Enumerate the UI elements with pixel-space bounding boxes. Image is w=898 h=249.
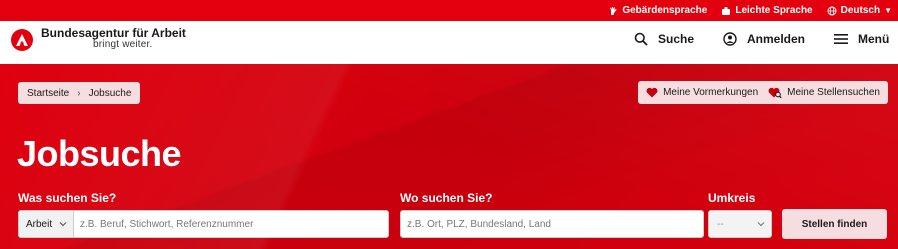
my-saved-searches-label: Meine Stellensuchen: [787, 87, 880, 98]
sign-language-label: Gebärdensprache: [622, 5, 708, 16]
sign-language-link[interactable]: Gebärdensprache: [608, 5, 707, 16]
ba-logo-icon: [11, 29, 33, 51]
radius-label: Umkreis: [708, 191, 756, 205]
easy-language-icon: [722, 6, 731, 15]
logo-name: Bundesagentur für Arbeit: [41, 26, 186, 40]
radius-value: --: [717, 218, 724, 230]
my-bookmarks-label: Meine Vormerkungen: [663, 87, 759, 98]
breadcrumb-separator: ›: [77, 87, 81, 99]
jobsearch-hero: Startseite › Jobsuche Meine Vormerkungen…: [0, 64, 898, 249]
breadcrumb-current: Jobsuche: [88, 87, 132, 99]
breadcrumb: Startseite › Jobsuche: [18, 82, 141, 104]
login-button[interactable]: Anmelden: [723, 32, 805, 46]
menu-label: Menü: [858, 32, 890, 46]
heart-search-icon: [768, 87, 782, 98]
offer-type-select[interactable]: Arbeit: [19, 211, 74, 237]
chevron-down-icon: [59, 222, 67, 227]
radius-select[interactable]: --: [708, 210, 772, 238]
search-label: Suche: [658, 32, 695, 46]
search-icon: [634, 32, 648, 46]
easy-language-label: Leichte Sprache: [735, 5, 813, 16]
user-icon: [723, 32, 737, 46]
my-saved-searches-link[interactable]: Meine Stellensuchen: [768, 87, 880, 99]
offer-type-value: Arbeit: [26, 218, 53, 230]
globe-icon: [827, 6, 837, 15]
ba-logo[interactable]: Bundesagentur für Arbeit bringt weiter.: [11, 27, 186, 51]
saved-items-bar: Meine Vormerkungen Meine Stellensuchen: [638, 81, 888, 104]
find-jobs-button[interactable]: Stellen finden: [782, 209, 887, 239]
where-search-group: [400, 210, 704, 238]
chevron-down-icon: [757, 222, 765, 227]
page-title: Jobsuche: [17, 133, 182, 174]
search-button[interactable]: Suche: [634, 32, 694, 46]
where-label: Wo suchen Sie?: [400, 191, 493, 205]
menu-button[interactable]: Menü: [834, 32, 889, 46]
easy-language-link[interactable]: Leichte Sprache: [721, 5, 813, 16]
what-input[interactable]: [74, 211, 388, 237]
hamburger-icon: [834, 34, 848, 44]
where-input[interactable]: [401, 211, 703, 237]
what-label: Was suchen Sie?: [18, 191, 117, 205]
caret-down-icon: ▼: [884, 6, 892, 15]
language-selector[interactable]: Deutsch ▼: [827, 5, 892, 16]
site-header: Bundesagentur für Arbeit bringt weiter. …: [0, 21, 898, 64]
breadcrumb-home[interactable]: Startseite: [27, 88, 69, 99]
heart-icon: [646, 87, 658, 98]
sign-language-icon: [610, 6, 617, 15]
my-bookmarks-link[interactable]: Meine Vormerkungen: [646, 87, 758, 98]
language-label: Deutsch: [840, 5, 881, 16]
logo-tagline: bringt weiter.: [93, 39, 153, 50]
utility-bar: Gebärdensprache Leichte Sprache Deutsch …: [0, 0, 898, 21]
login-label: Anmelden: [747, 32, 806, 46]
what-search-group: Arbeit: [18, 210, 389, 238]
